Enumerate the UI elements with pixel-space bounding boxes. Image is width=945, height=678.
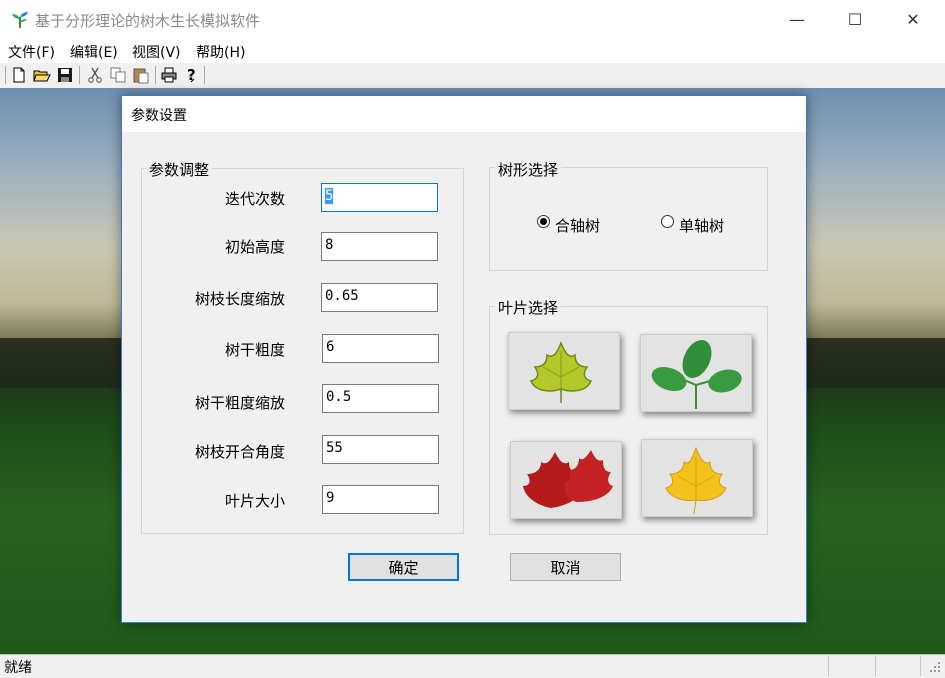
toolbar-grip bbox=[5, 66, 6, 84]
param-label-trunk-thickness: 树干粗度 bbox=[224, 341, 285, 359]
branch-angle-input[interactable]: 55 bbox=[322, 435, 439, 464]
dialog-title: 参数设置 bbox=[131, 108, 187, 124]
status-divider bbox=[875, 656, 876, 676]
iterations-input[interactable]: 5 bbox=[321, 183, 438, 212]
leaf-option-green-three-leaf[interactable] bbox=[640, 334, 752, 412]
new-file-icon[interactable] bbox=[10, 66, 28, 84]
param-label-initial-height: 初始高度 bbox=[224, 238, 285, 256]
print-icon[interactable] bbox=[160, 66, 178, 84]
param-label-leaf-size: 叶片大小 bbox=[224, 492, 285, 510]
menu-file[interactable]: 文件(F) bbox=[8, 42, 55, 62]
help-icon[interactable]: ? bbox=[183, 66, 201, 84]
status-divider bbox=[828, 656, 829, 676]
param-label-trunk-thickness-scale: 树干粗度缩放 bbox=[194, 394, 285, 412]
param-label-branch-length-scale: 树枝长度缩放 bbox=[194, 290, 285, 308]
param-label-iterations: 迭代次数 bbox=[224, 190, 285, 208]
status-text: 就绪 bbox=[4, 660, 32, 676]
menu-view[interactable]: 视图(V) bbox=[132, 42, 181, 62]
close-button[interactable]: ✕ bbox=[890, 0, 936, 38]
status-divider bbox=[920, 656, 921, 676]
leaf-option-red-maple[interactable] bbox=[510, 441, 622, 519]
leaf-option-yellow-green-maple[interactable] bbox=[508, 332, 620, 410]
sprout-icon bbox=[12, 12, 28, 28]
status-bar bbox=[0, 654, 945, 678]
copy-icon[interactable] bbox=[109, 66, 127, 84]
dialog-title-bar bbox=[122, 96, 806, 132]
toolbar-separator bbox=[204, 66, 205, 84]
green-three-leaf-icon bbox=[651, 340, 742, 409]
open-folder-icon[interactable] bbox=[33, 66, 51, 84]
toolbar-separator bbox=[79, 66, 80, 84]
maximize-button[interactable]: ☐ bbox=[832, 0, 878, 38]
initial-height-input[interactable]: 8 bbox=[321, 232, 438, 261]
sympodial-radio[interactable] bbox=[537, 215, 550, 228]
tree-shape-group-legend: 树形选择 bbox=[495, 159, 562, 180]
minimize-button[interactable]: — bbox=[774, 0, 820, 38]
toolbar-separator bbox=[155, 66, 156, 84]
param-label-branch-angle: 树枝开合角度 bbox=[194, 443, 285, 461]
paste-icon[interactable] bbox=[132, 66, 150, 84]
monopodial-radio-label[interactable]: 单轴树 bbox=[679, 215, 724, 236]
leaf-group-legend: 叶片选择 bbox=[495, 297, 562, 318]
tree-shape-group bbox=[489, 167, 768, 271]
yellow-green-maple-leaf-icon bbox=[529, 340, 593, 403]
ok-button[interactable]: 确定 bbox=[348, 553, 459, 581]
yellow-maple-leaf-icon bbox=[665, 446, 727, 515]
trunk-thickness-input[interactable]: 6 bbox=[322, 334, 439, 363]
window-title: 基于分形理论的树木生长模拟软件 bbox=[35, 12, 261, 30]
trunk-thickness-scale-input[interactable]: 0.5 bbox=[322, 384, 439, 413]
params-group-legend: 参数调整 bbox=[146, 159, 213, 180]
monopodial-radio[interactable] bbox=[661, 215, 674, 228]
cut-icon[interactable] bbox=[86, 66, 104, 84]
leaf-size-input[interactable]: 9 bbox=[322, 485, 439, 514]
cancel-button[interactable]: 取消 bbox=[510, 553, 621, 581]
leaf-option-yellow-maple[interactable] bbox=[641, 439, 753, 517]
red-maple-leaf-icon bbox=[523, 450, 613, 508]
branch-length-scale-input[interactable]: 0.65 bbox=[321, 283, 438, 312]
menu-help[interactable]: 帮助(H) bbox=[196, 42, 245, 62]
save-icon[interactable] bbox=[56, 66, 74, 84]
sympodial-radio-label[interactable]: 合轴树 bbox=[555, 215, 600, 236]
menu-edit[interactable]: 编辑(E) bbox=[70, 42, 118, 62]
resize-grip-icon[interactable] bbox=[929, 661, 941, 673]
